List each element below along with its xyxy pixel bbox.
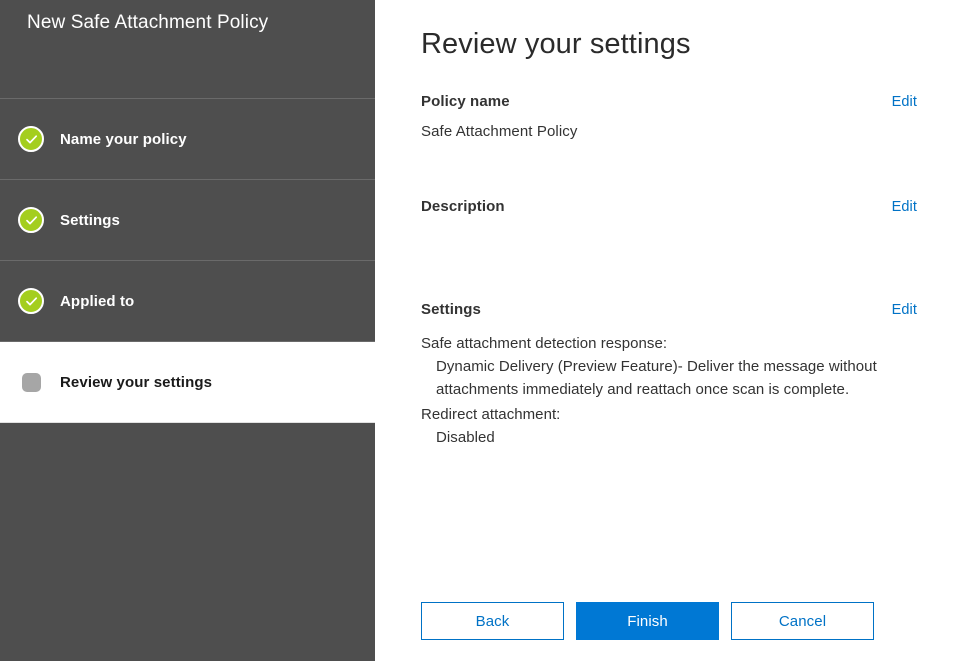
wizard-main-panel: Review your settings Policy name Edit Sa… — [375, 0, 967, 660]
wizard-title: New Safe Attachment Policy — [27, 12, 269, 33]
sidebar-step-label: Name your policy — [60, 130, 187, 148]
setting-label: Redirect attachment: — [421, 406, 561, 423]
cancel-button[interactable]: Cancel — [731, 602, 874, 640]
wizard-button-row: Back Finish Cancel — [421, 602, 874, 640]
wizard-step-list: Name your policy Settings Applied to Rev… — [0, 99, 375, 423]
section-settings: Settings Edit Safe attachment detection … — [421, 301, 917, 449]
check-circle-icon — [16, 286, 46, 316]
sidebar-filler — [0, 423, 375, 661]
wizard-dialog: New Safe Attachment Policy Name your pol… — [0, 0, 967, 661]
setting-value: Disabled — [436, 429, 495, 446]
edit-settings-link[interactable]: Edit — [892, 302, 917, 318]
sidebar-step-review-your-settings[interactable]: Review your settings — [0, 342, 375, 423]
policy-name-value: Safe Attachment Policy — [421, 123, 578, 140]
setting-value: Dynamic Delivery (Preview Feature)- Deli… — [436, 358, 877, 398]
sidebar-header: New Safe Attachment Policy — [0, 0, 375, 99]
settings-summary: Safe attachment detection response: Dyna… — [421, 332, 881, 449]
section-title: Description — [421, 198, 505, 215]
check-circle-icon — [16, 205, 46, 235]
section-description: Description Edit — [421, 198, 917, 246]
section-header: Description Edit — [421, 198, 917, 215]
setting-item-detection-response: Safe attachment detection response: Dyna… — [421, 332, 881, 401]
section-header: Policy name Edit — [421, 93, 917, 110]
sidebar-step-label: Review your settings — [60, 373, 213, 391]
finish-button[interactable]: Finish — [576, 602, 719, 640]
setting-label: Safe attachment detection response: — [421, 335, 668, 352]
description-value — [421, 226, 917, 246]
wizard-sidebar: New Safe Attachment Policy Name your pol… — [0, 0, 375, 661]
section-header: Settings Edit — [421, 301, 917, 318]
section-policy-name: Policy name Edit Safe Attachment Policy — [421, 93, 917, 143]
page-title: Review your settings — [421, 28, 691, 60]
section-title: Policy name — [421, 93, 510, 110]
pending-dot-icon — [16, 367, 46, 397]
edit-policy-name-link[interactable]: Edit — [892, 94, 917, 110]
sidebar-step-name-your-policy[interactable]: Name your policy — [0, 99, 375, 180]
section-title: Settings — [421, 301, 481, 318]
sidebar-step-applied-to[interactable]: Applied to — [0, 261, 375, 342]
sidebar-step-label: Settings — [60, 211, 120, 229]
check-circle-icon — [16, 124, 46, 154]
edit-description-link[interactable]: Edit — [892, 199, 917, 215]
back-button[interactable]: Back — [421, 602, 564, 640]
sidebar-step-settings[interactable]: Settings — [0, 180, 375, 261]
setting-item-redirect-attachment: Redirect attachment: Disabled — [421, 403, 881, 449]
sidebar-step-label: Applied to — [60, 292, 135, 310]
